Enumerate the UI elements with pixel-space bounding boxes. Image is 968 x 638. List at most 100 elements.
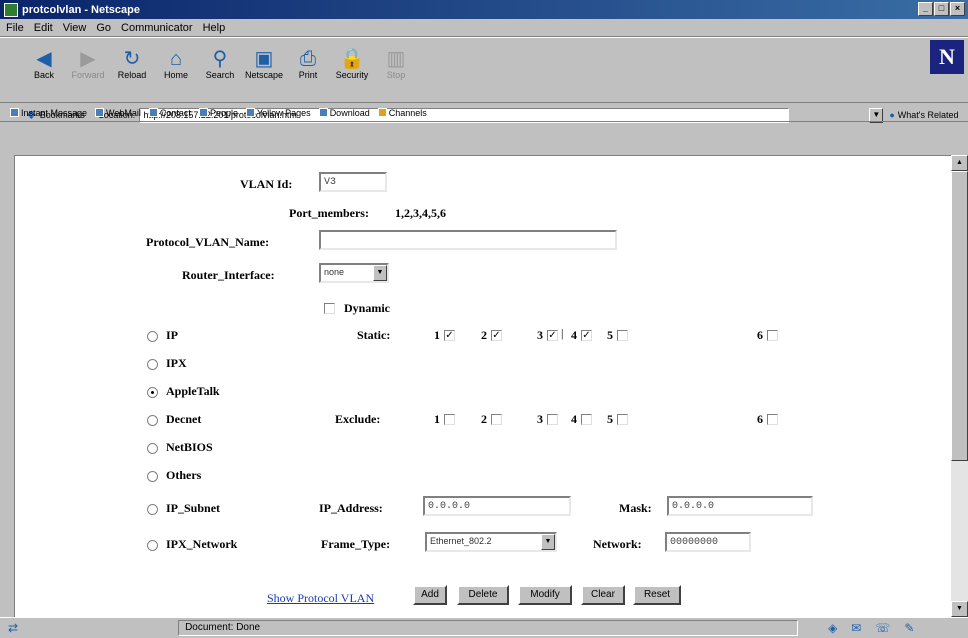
maximize-button[interactable]: □ — [934, 2, 949, 16]
netscape-button[interactable]: ▣ Netscape — [242, 40, 286, 82]
exclude-port-1-label: 1 — [434, 412, 440, 426]
static-port-4-checkbox[interactable]: ✓ — [581, 330, 592, 341]
instant-message-link[interactable]: Instant Message — [10, 108, 87, 118]
vertical-scrollbar[interactable]: ▲ ▼ — [951, 155, 968, 617]
mask-input[interactable] — [667, 496, 813, 516]
add-button[interactable]: Add — [413, 585, 447, 605]
exclude-port-3-label: 3 — [537, 412, 543, 426]
exclude-port-1-checkbox[interactable] — [444, 414, 455, 425]
search-button[interactable]: ⚲ Search — [198, 40, 242, 82]
navigator-icon[interactable]: ◈ — [828, 621, 837, 635]
radio-decnet[interactable] — [147, 415, 158, 426]
webmail-link[interactable]: WebMail — [95, 108, 141, 118]
people-link[interactable]: People — [198, 108, 238, 118]
channels-link[interactable]: Channels — [377, 107, 427, 118]
exclude-port-3-checkbox[interactable] — [547, 414, 558, 425]
contact-icon — [148, 108, 158, 117]
stop-button[interactable]: ▥ Stop — [374, 40, 418, 82]
ip-address-input[interactable] — [423, 496, 571, 516]
back-button[interactable]: ◀ Back — [22, 40, 66, 82]
static-port-1-checkbox[interactable]: ✓ — [444, 330, 455, 341]
static-port-6-checkbox[interactable] — [767, 330, 778, 341]
scroll-up-icon[interactable]: ▲ — [951, 155, 968, 171]
router-interface-select[interactable]: none ▼ — [319, 263, 389, 283]
network-input[interactable] — [665, 532, 751, 552]
show-protocol-vlan-link[interactable]: Show Protocol VLAN — [267, 591, 374, 606]
security-label: Security — [335, 70, 369, 80]
home-button[interactable]: ⌂ Home — [154, 40, 198, 82]
menu-help[interactable]: Help — [203, 22, 226, 34]
composer-icon[interactable]: ✎ — [904, 621, 914, 635]
radio-appletalk[interactable] — [147, 387, 158, 398]
forward-label: Forward — [71, 70, 105, 80]
static-port-5-label: 5 — [607, 328, 613, 342]
yellow-pages-link[interactable]: Yellow Pages — [245, 108, 311, 118]
print-icon: ⎙ — [300, 48, 316, 70]
minimize-button[interactable]: _ — [918, 2, 933, 16]
security-icon: 🔒 — [339, 48, 365, 70]
vlan-id-input[interactable] — [319, 172, 387, 192]
radio-ipx[interactable] — [147, 359, 158, 370]
frame-type-select[interactable]: Ethernet_802.2 ▼ — [425, 532, 557, 552]
download-link[interactable]: Download — [318, 107, 370, 118]
vlan-id-label: VLAN Id: — [240, 177, 293, 191]
menu-edit[interactable]: Edit — [34, 22, 53, 34]
scroll-thumb[interactable] — [951, 171, 968, 461]
contact-label: Contact — [159, 107, 191, 118]
download-label: Download — [329, 107, 370, 118]
download-icon — [318, 108, 328, 117]
reload-button[interactable]: ↻ Reload — [110, 40, 154, 82]
print-button[interactable]: ⎙ Print — [286, 40, 330, 82]
exclude-port-2-checkbox[interactable] — [491, 414, 502, 425]
router-interface-label: Router_Interface: — [182, 268, 275, 282]
exclude-port-6-checkbox[interactable] — [767, 414, 778, 425]
component-bar: ◈ ✉ ☏ ✎ — [828, 621, 914, 635]
radio-ip-subnet[interactable] — [147, 504, 158, 515]
exclude-port-2-label: 2 — [481, 412, 487, 426]
dynamic-label: Dynamic — [344, 301, 390, 315]
channels-label: Channels — [388, 107, 427, 118]
protocol-vlan-name-input[interactable] — [319, 230, 617, 250]
exclude-port-4-checkbox[interactable] — [581, 414, 592, 425]
radio-others[interactable] — [147, 471, 158, 482]
menu-go[interactable]: Go — [96, 22, 111, 34]
menu-communicator[interactable]: Communicator — [121, 22, 193, 34]
home-icon: ⌂ — [169, 48, 183, 70]
radio-ip[interactable] — [147, 331, 158, 342]
dynamic-checkbox[interactable] — [324, 303, 335, 314]
chevron-down-icon: ▼ — [373, 265, 387, 281]
port-members-label: Port_members: — [289, 206, 369, 220]
modify-button[interactable]: Modify — [518, 585, 572, 605]
menu-bar: File Edit View Go Communicator Help — [0, 19, 968, 37]
delete-button[interactable]: Delete — [457, 585, 509, 605]
protocol-vlan-name-label: Protocol_VLAN_Name: — [146, 235, 270, 249]
radio-ipx-network[interactable] — [147, 540, 158, 551]
menu-view[interactable]: View — [63, 22, 87, 34]
contact-link[interactable]: Contact — [148, 107, 191, 118]
navigation-toolbar: ◀ Back ▶ Forward ↻ Reload ⌂ Home ⚲ Searc… — [0, 37, 968, 123]
scroll-down-icon[interactable]: ▼ — [951, 601, 968, 617]
static-port-3-checkbox[interactable]: ✓ — [547, 330, 558, 341]
instant-message-icon — [10, 108, 19, 117]
netscape-label: Netscape — [244, 70, 284, 80]
security-button[interactable]: 🔒 Security — [330, 40, 374, 82]
netscape-icon: ▣ — [254, 48, 274, 70]
reset-button[interactable]: Reset — [633, 585, 681, 605]
exclude-port-5-checkbox[interactable] — [617, 414, 628, 425]
webmail-label: WebMail — [106, 107, 141, 118]
static-port-2-checkbox[interactable]: ✓ — [491, 330, 502, 341]
forward-button[interactable]: ▶ Forward — [66, 40, 110, 82]
netscape-logo[interactable]: N — [930, 40, 964, 74]
port-divider: | — [561, 326, 564, 340]
radio-netbios[interactable] — [147, 443, 158, 454]
static-port-5-checkbox[interactable] — [617, 330, 628, 341]
exclude-port-4-label: 4 — [571, 412, 577, 426]
yellow-pages-icon — [245, 108, 255, 117]
clear-button[interactable]: Clear — [581, 585, 625, 605]
close-button[interactable]: × — [950, 2, 965, 16]
menu-file[interactable]: File — [6, 22, 24, 34]
ipx-network-label: IPX_Network — [166, 537, 238, 551]
window-controls: _ □ × — [918, 2, 965, 16]
discussion-icon[interactable]: ☏ — [875, 621, 890, 635]
mail-icon[interactable]: ✉ — [851, 621, 861, 635]
